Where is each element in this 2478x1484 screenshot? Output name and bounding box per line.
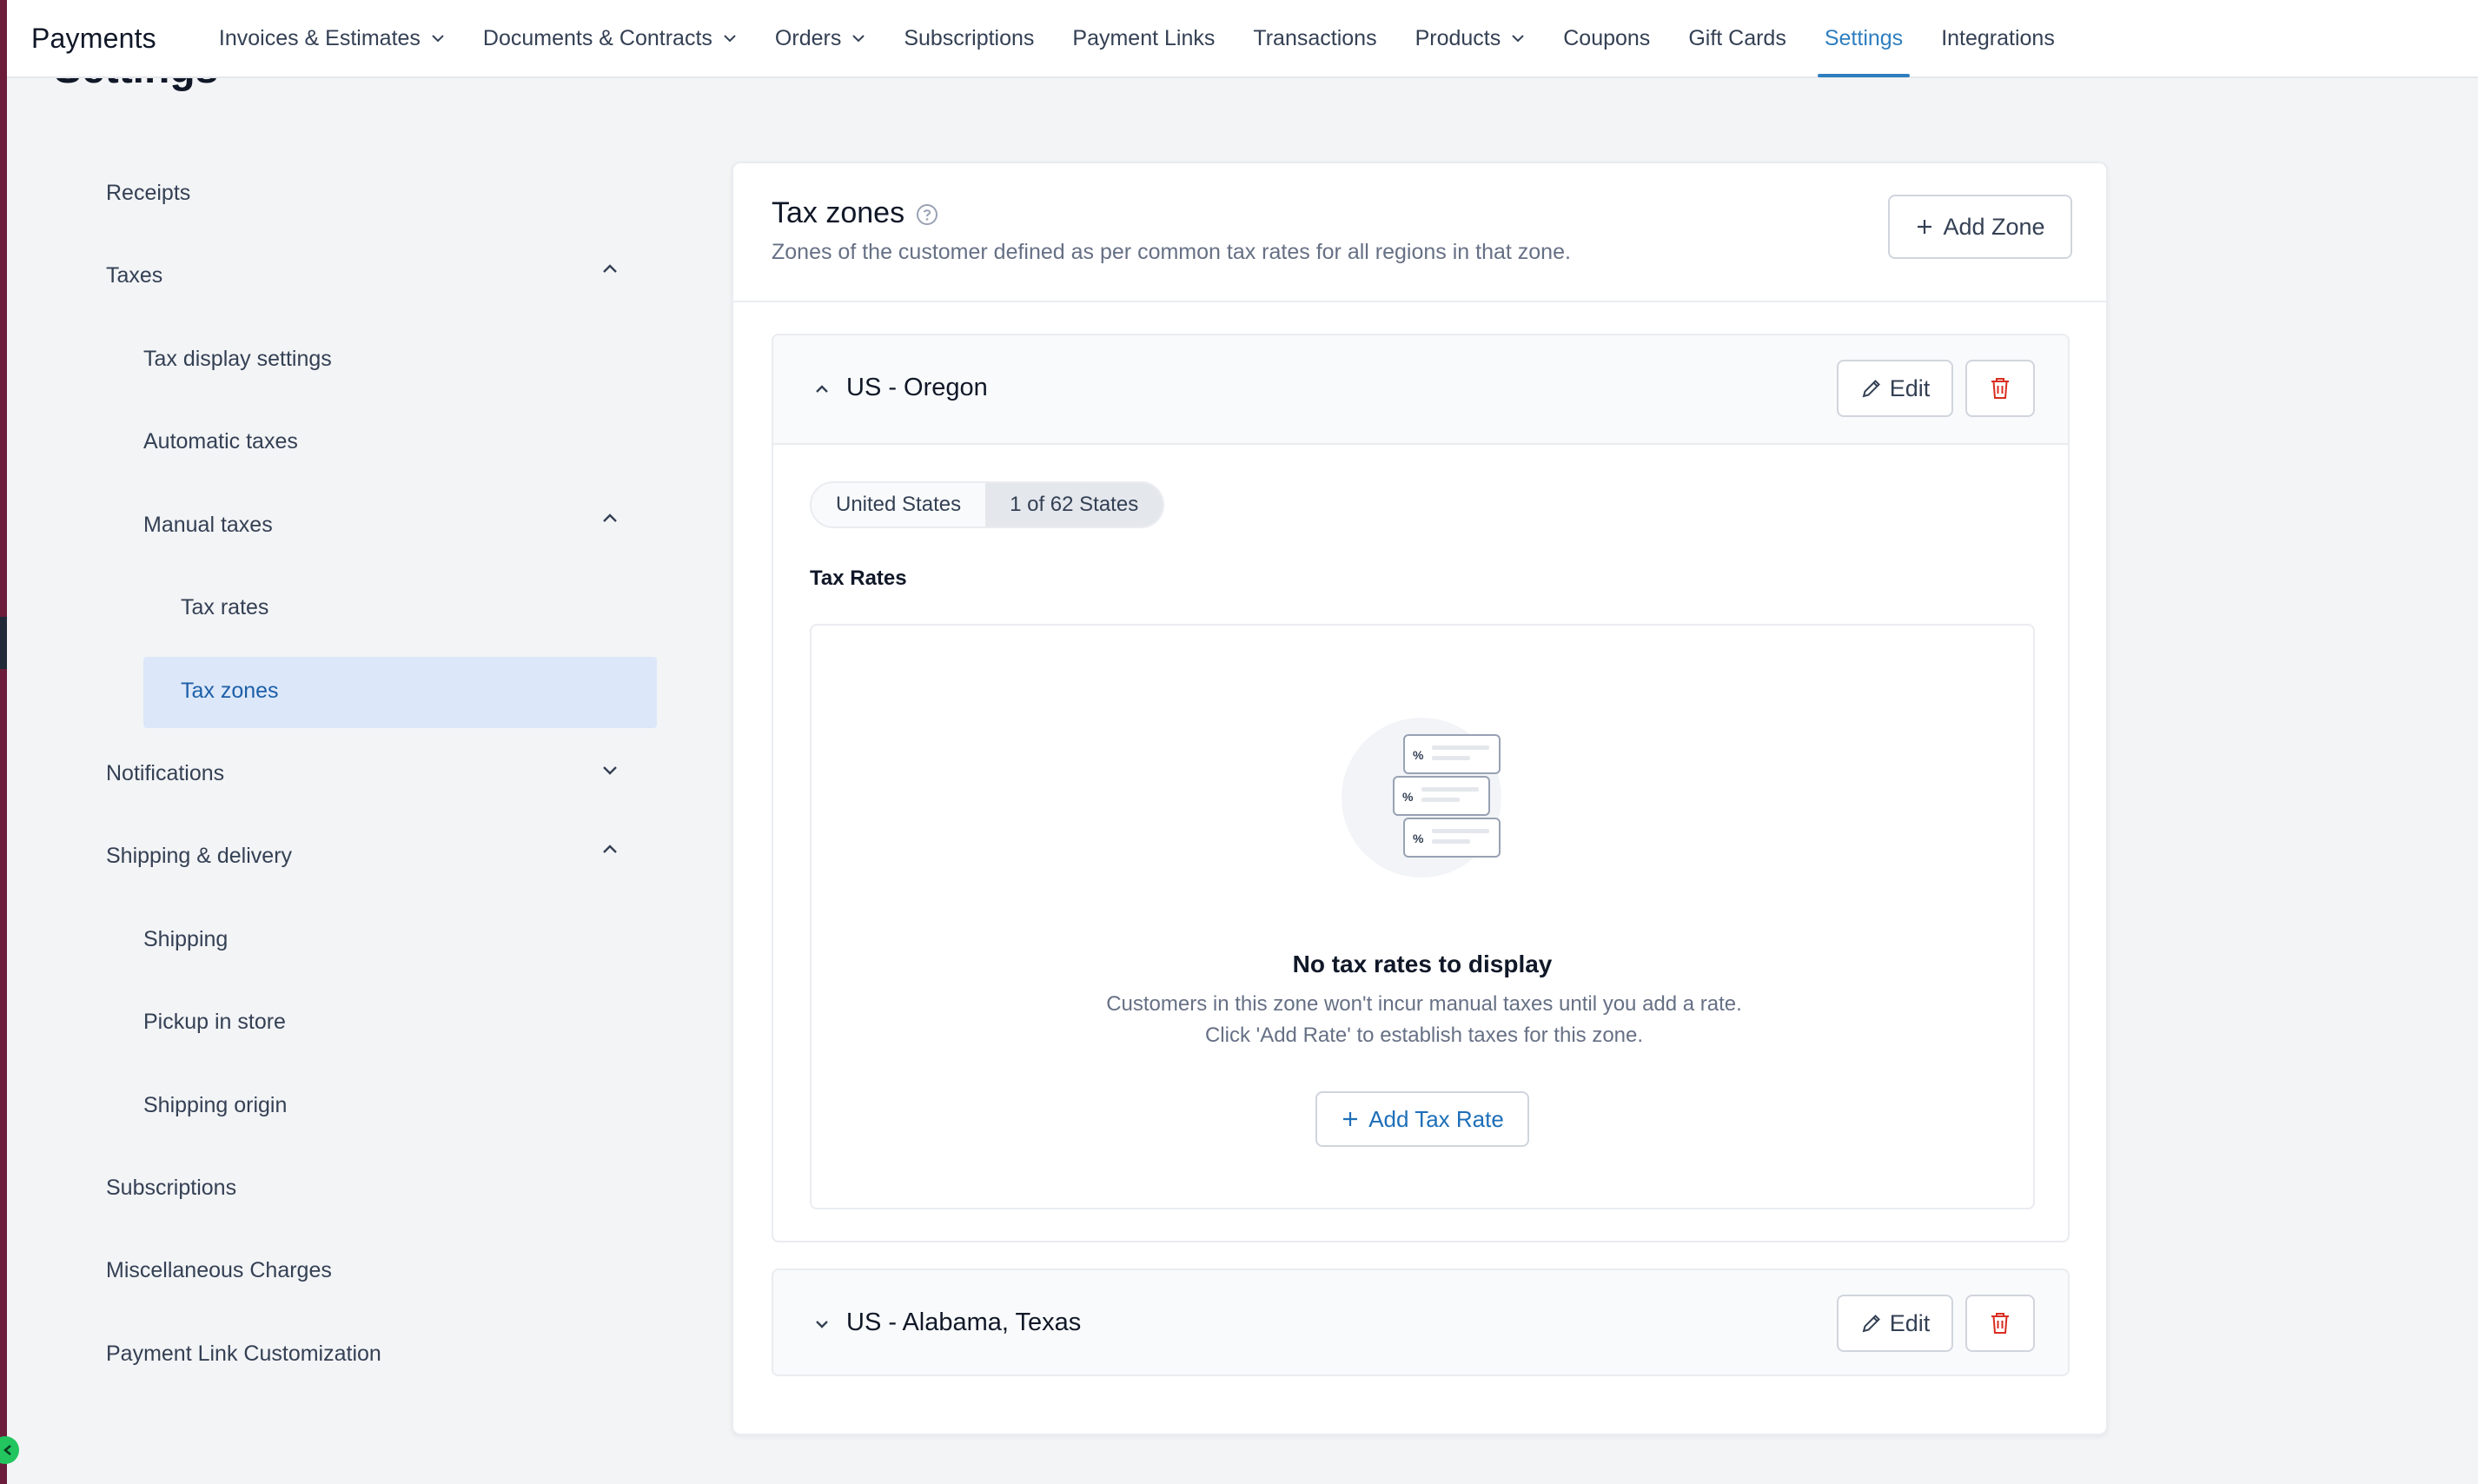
plus-icon bbox=[1343, 1112, 1358, 1126]
sidebar-item-notifications[interactable]: Notifications bbox=[106, 761, 224, 786]
sidebar-item-label: Payment Link Customization bbox=[106, 1342, 381, 1366]
nav-label: Settings bbox=[1824, 25, 1904, 50]
zone-header[interactable]: US - Alabama, Texas Edit bbox=[773, 1270, 2068, 1378]
sidebar-item-shipping-origin[interactable]: Shipping origin bbox=[143, 1093, 287, 1118]
chevron-down-icon bbox=[852, 35, 865, 43]
sidebar-item-tax-rates[interactable]: Tax rates bbox=[181, 595, 268, 620]
sidebar-item-label: Tax zones bbox=[181, 679, 279, 703]
nav-transactions[interactable]: Transactions bbox=[1234, 0, 1395, 77]
chevron-left-icon bbox=[3, 1445, 11, 1455]
trash-icon bbox=[1991, 1313, 2009, 1334]
tax-zones-card: Tax zones Zones of the customer defined … bbox=[732, 162, 2108, 1435]
sidebar-item-shipping[interactable]: Shipping bbox=[143, 927, 228, 952]
percent-glyph: % bbox=[1413, 831, 1424, 845]
zone-body: United States 1 of 62 States Tax Rates %… bbox=[773, 443, 2068, 1241]
card-title: Tax zones bbox=[772, 196, 905, 229]
nav-label: Integrations bbox=[1941, 25, 2055, 50]
sidebar-item-label: Shipping & delivery bbox=[106, 844, 293, 868]
tax-rates-heading: Tax Rates bbox=[810, 566, 907, 590]
nav-label: Coupons bbox=[1563, 25, 1651, 50]
nav-label: Products bbox=[1415, 25, 1501, 50]
header-divider bbox=[733, 301, 2106, 302]
add-zone-label: Add Zone bbox=[1943, 213, 2045, 240]
help-circle-icon[interactable] bbox=[916, 203, 938, 226]
sidebar-item-subscriptions[interactable]: Subscriptions bbox=[106, 1176, 236, 1201]
sidebar-item-label: Receipts bbox=[106, 181, 191, 205]
nav-integrations[interactable]: Integrations bbox=[1922, 0, 2074, 77]
card-subtitle: Zones of the customer defined as per com… bbox=[772, 240, 1571, 264]
sidebar-item-label: Miscellaneous Charges bbox=[106, 1258, 332, 1282]
empty-state-description: Customers in this zone won't incur manua… bbox=[1106, 992, 1742, 1047]
region-pills: United States 1 of 62 States bbox=[810, 481, 1165, 528]
sidebar-item-label: Manual taxes bbox=[143, 513, 273, 537]
sidebar-item-label: Notifications bbox=[106, 761, 225, 785]
sidebar-item-label: Tax rates bbox=[181, 595, 269, 619]
chevron-down-icon[interactable] bbox=[812, 1314, 832, 1335]
zone-header[interactable]: US - Oregon Edit bbox=[773, 335, 2068, 443]
edit-zone-button[interactable]: Edit bbox=[1837, 1295, 1953, 1352]
nav-label: Subscriptions bbox=[904, 25, 1035, 50]
zone-name: US - Oregon bbox=[846, 374, 988, 401]
empty-state-title: No tax rates to display bbox=[1292, 951, 1553, 977]
nav-subscriptions[interactable]: Subscriptions bbox=[885, 0, 1053, 77]
nav-label: Gift Cards bbox=[1688, 25, 1786, 50]
chevron-down-icon bbox=[1512, 35, 1524, 43]
nav-orders[interactable]: Orders bbox=[756, 0, 885, 77]
sidebar-item-label: Automatic taxes bbox=[143, 429, 298, 454]
percent-glyph: % bbox=[1402, 790, 1414, 804]
chevron-down-icon[interactable] bbox=[600, 759, 620, 780]
nav-label: Transactions bbox=[1253, 25, 1377, 50]
sidebar-item-shipping-delivery[interactable]: Shipping & delivery bbox=[106, 844, 292, 869]
nav-label: Orders bbox=[774, 25, 842, 50]
nav-products[interactable]: Products bbox=[1396, 0, 1545, 77]
empty-state: % % % No tax rates to display Customers … bbox=[810, 624, 2035, 1209]
nav-label: Payment Links bbox=[1072, 25, 1216, 50]
chevron-up-icon[interactable] bbox=[812, 379, 832, 400]
sidebar-item-tax-display-settings[interactable]: Tax display settings bbox=[143, 347, 332, 372]
sidebar-item-receipts[interactable]: Receipts bbox=[106, 181, 190, 206]
add-tax-rate-label: Add Tax Rate bbox=[1368, 1105, 1504, 1132]
sidebar-item-label: Shipping origin bbox=[143, 1093, 288, 1117]
sidebar-item-taxes[interactable]: Taxes bbox=[106, 263, 162, 288]
sidebar-item-label: Subscriptions bbox=[106, 1176, 237, 1200]
nav-gift-cards[interactable]: Gift Cards bbox=[1669, 0, 1805, 77]
zone-name: US - Alabama, Texas bbox=[846, 1308, 1082, 1336]
percent-glyph: % bbox=[1413, 748, 1424, 762]
nav-settings[interactable]: Settings bbox=[1805, 0, 1922, 77]
chevron-up-icon[interactable] bbox=[600, 508, 620, 529]
chevron-up-icon[interactable] bbox=[600, 259, 620, 280]
delete-zone-button[interactable] bbox=[1965, 360, 2035, 417]
settings-sidebar: Receipts Taxes Tax display settings Auto… bbox=[0, 0, 695, 1484]
edit-label: Edit bbox=[1889, 374, 1931, 401]
sidebar-item-manual-taxes[interactable]: Manual taxes bbox=[143, 513, 273, 538]
sidebar-item-payment-link-customization[interactable]: Payment Link Customization bbox=[106, 1342, 381, 1367]
sidebar-item-label: Tax display settings bbox=[143, 347, 332, 371]
pencil-icon bbox=[1862, 1315, 1880, 1333]
chevron-down-icon bbox=[724, 35, 736, 43]
edit-label: Edit bbox=[1889, 1309, 1931, 1336]
chevron-up-icon[interactable] bbox=[600, 839, 620, 860]
sidebar-item-label: Taxes bbox=[106, 263, 163, 288]
pencil-icon bbox=[1862, 380, 1880, 398]
sidebar-item-label: Shipping bbox=[143, 927, 229, 951]
nav-payment-links[interactable]: Payment Links bbox=[1053, 0, 1234, 77]
states-count-pill[interactable]: 1 of 62 States bbox=[985, 483, 1163, 527]
sidebar-item-label: Pickup in store bbox=[143, 1010, 286, 1034]
sidebar-item-pickup-in-store[interactable]: Pickup in store bbox=[143, 1010, 286, 1035]
tax-rates-illustration-icon: % % % bbox=[1342, 718, 1501, 878]
zone-panel-oregon: US - Oregon Edit United States 1 of 62 S… bbox=[772, 334, 2070, 1242]
edit-zone-button[interactable]: Edit bbox=[1837, 360, 1953, 417]
add-tax-rate-button[interactable]: Add Tax Rate bbox=[1315, 1091, 1529, 1147]
plus-icon bbox=[1918, 220, 1932, 234]
nav-coupons[interactable]: Coupons bbox=[1544, 0, 1669, 77]
delete-zone-button[interactable] bbox=[1965, 1295, 2035, 1352]
sidebar-item-miscellaneous-charges[interactable]: Miscellaneous Charges bbox=[106, 1258, 332, 1283]
sidebar-item-automatic-taxes[interactable]: Automatic taxes bbox=[143, 429, 298, 454]
country-pill: United States bbox=[812, 483, 986, 527]
trash-icon bbox=[1991, 378, 2009, 399]
sidebar-item-tax-zones[interactable]: Tax zones bbox=[181, 679, 279, 704]
zone-panel-alabama-texas: US - Alabama, Texas Edit bbox=[772, 1269, 2070, 1376]
add-zone-button[interactable]: Add Zone bbox=[1888, 195, 2072, 259]
